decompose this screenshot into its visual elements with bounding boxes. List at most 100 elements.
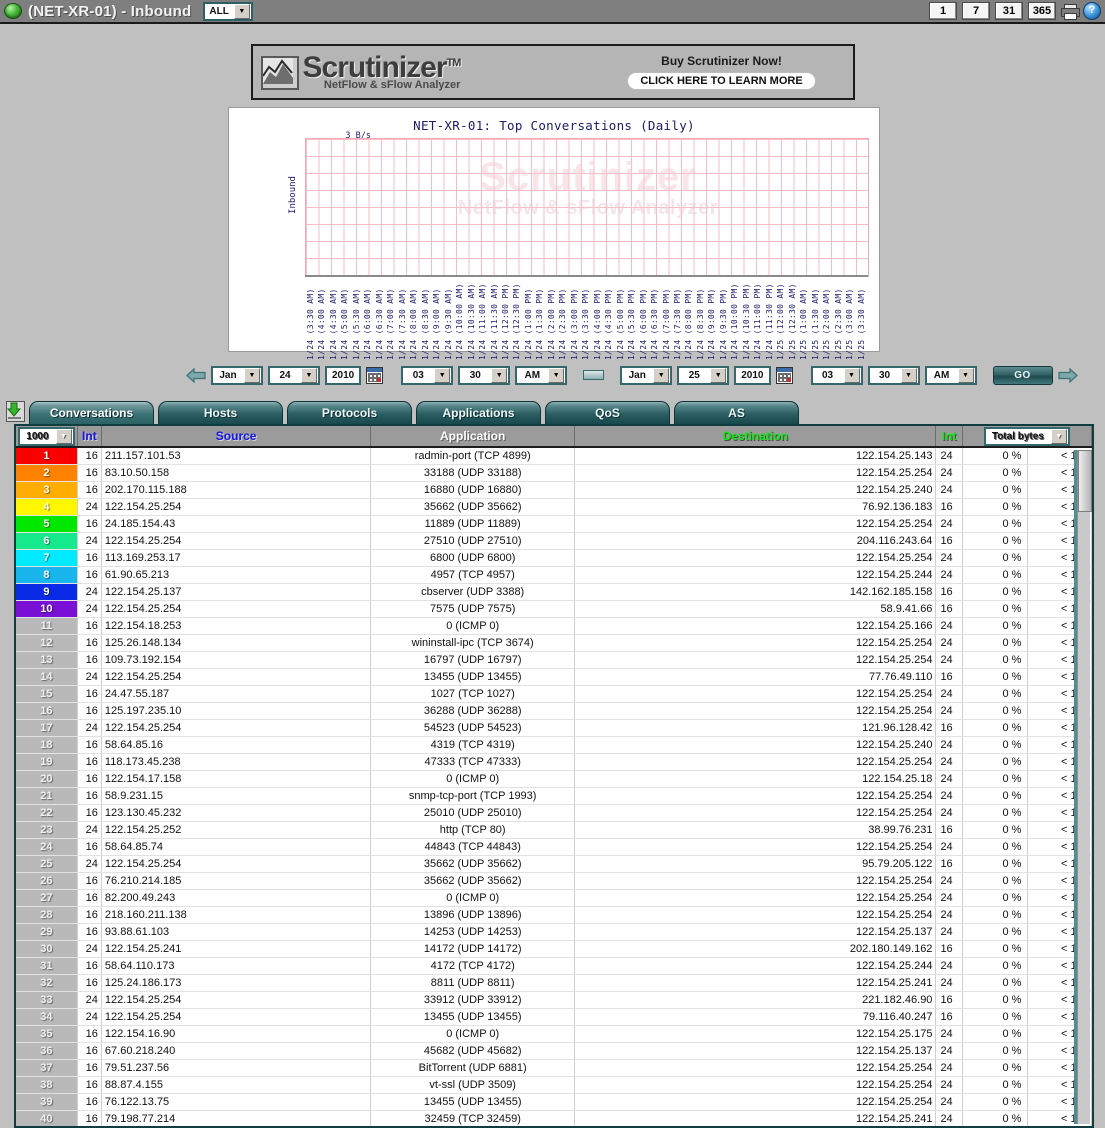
help-icon[interactable]: ? — [1083, 2, 1101, 20]
table-row[interactable]: 261676.210.214.18535662 (UDP 35662)122.1… — [16, 873, 1092, 890]
table-row[interactable]: 51624.185.154.4311889 (UDP 11889)122.154… — [16, 516, 1092, 533]
chevron-down-icon[interactable]: ▼ — [653, 368, 669, 383]
row-limit-header[interactable]: 1000 ▼ — [16, 426, 77, 447]
start-day-select[interactable]: 24 ▼ — [268, 366, 320, 385]
table-row[interactable]: 2016122.154.17.1580 (ICMP 0)122.154.25.1… — [16, 771, 1092, 788]
table-row[interactable]: 2216123.130.45.23225010 (UDP 25010)122.1… — [16, 805, 1092, 822]
end-hour-select[interactable]: 03 ▼ — [811, 366, 863, 385]
column-header-destination[interactable]: Destination — [575, 426, 936, 447]
start-year-input[interactable]: 2010 — [325, 366, 361, 385]
chevron-down-icon[interactable]: ▼ — [1051, 429, 1067, 444]
table-row[interactable]: 1216125.26.148.134wininstall-ipc (TCP 36… — [16, 635, 1092, 652]
go-button[interactable]: GO — [993, 366, 1053, 385]
table-row[interactable]: 3216125.24.186.1738811 (UDP 8811)122.154… — [16, 975, 1092, 992]
next-period-icon[interactable] — [1058, 366, 1078, 385]
chevron-down-icon[interactable]: ▼ — [548, 368, 564, 383]
chevron-down-icon[interactable]: ▼ — [710, 368, 726, 383]
column-header-int-source[interactable]: Int — [77, 426, 101, 447]
column-header-application[interactable]: Application — [371, 426, 575, 447]
table-row[interactable]: 371679.51.237.56BitTorrent (UDP 6881)122… — [16, 1060, 1092, 1077]
x-tick: 1/25 (2:00 AM) — [822, 280, 833, 360]
tab-applications[interactable]: Applications — [416, 401, 541, 424]
table-row[interactable]: 311658.64.110.1734172 (TCP 4172)122.154.… — [16, 958, 1092, 975]
metric-header[interactable]: Total bytes ▼ — [962, 426, 1091, 447]
learn-more-button[interactable]: CLICK HERE TO LEARN MORE — [627, 72, 815, 90]
end-year-input[interactable]: 2010 — [734, 366, 770, 385]
tab-qos[interactable]: QoS — [545, 401, 670, 424]
chevron-down-icon[interactable]: ▼ — [434, 368, 450, 383]
chevron-down-icon[interactable]: ▼ — [56, 429, 72, 444]
table-row[interactable]: 81661.90.65.2134957 (TCP 4957)122.154.25… — [16, 567, 1092, 584]
table-row[interactable]: 2524122.154.25.25435662 (UDP 35662)95.79… — [16, 856, 1092, 873]
table-row[interactable]: 116211.157.101.53radmin-port (TCP 4899)1… — [16, 447, 1092, 465]
table-row[interactable]: 401679.198.77.21432459 (TCP 32459)122.15… — [16, 1111, 1092, 1128]
range-button-7[interactable]: 7 — [962, 2, 990, 20]
end-meridiem-select[interactable]: AM ▼ — [925, 366, 977, 385]
table-row[interactable]: 271682.200.49.2430 (ICMP 0)122.154.25.25… — [16, 890, 1092, 907]
table-row[interactable]: 424122.154.25.25435662 (UDP 35662)76.92.… — [16, 499, 1092, 516]
table-row[interactable]: 1916118.173.45.23847333 (TCP 47333)122.1… — [16, 754, 1092, 771]
tab-as[interactable]: AS — [674, 401, 799, 424]
interface-filter-select[interactable]: ALL ▼ — [203, 2, 252, 21]
table-row[interactable]: 381688.87.4.155vt-ssl (UDP 3509)122.154.… — [16, 1077, 1092, 1094]
chevron-down-icon[interactable]: ▼ — [301, 368, 317, 383]
cell-source: 58.64.85.74 — [101, 839, 370, 856]
calendar-icon[interactable] — [366, 367, 383, 384]
table-row[interactable]: 1116122.154.18.2530 (ICMP 0)122.154.25.1… — [16, 618, 1092, 635]
table-row[interactable]: 391676.122.13.7513455 (UDP 13455)122.154… — [16, 1094, 1092, 1111]
table-row[interactable]: 211658.9.231.15snmp-tcp-port (TCP 1993)1… — [16, 788, 1092, 805]
table-row[interactable]: 21683.10.50.15833188 (UDP 33188)122.154.… — [16, 465, 1092, 482]
end-month-select[interactable]: Jan ▼ — [620, 366, 672, 385]
range-button-31[interactable]: 31 — [995, 2, 1023, 20]
vertical-scrollbar[interactable] — [1077, 450, 1090, 1124]
start-meridiem-select[interactable]: AM ▼ — [515, 366, 567, 385]
table-row[interactable]: 241658.64.85.7444843 (TCP 44843)122.154.… — [16, 839, 1092, 856]
printer-icon[interactable] — [1061, 4, 1078, 18]
chevron-down-icon[interactable]: ▼ — [234, 4, 250, 19]
start-month-select[interactable]: Jan ▼ — [211, 366, 263, 385]
table-row[interactable]: 3324122.154.25.25433912 (UDP 33912)221.1… — [16, 992, 1092, 1009]
table-row[interactable]: 2324122.154.25.252http (TCP 80)38.99.76.… — [16, 822, 1092, 839]
start-minute-select[interactable]: 30 ▼ — [458, 366, 510, 385]
table-row[interactable]: 1024122.154.25.2547575 (UDP 7575)58.9.41… — [16, 601, 1092, 618]
table-row[interactable]: 1424122.154.25.25413455 (UDP 13455)77.76… — [16, 669, 1092, 686]
previous-period-icon[interactable] — [186, 366, 206, 385]
tab-hosts[interactable]: Hosts — [158, 401, 283, 424]
column-header-int-dest[interactable]: Int — [936, 426, 962, 447]
range-button-365[interactable]: 365 — [1028, 2, 1056, 20]
table-row[interactable]: 151624.47.55.1871027 (TCP 1027)122.154.2… — [16, 686, 1092, 703]
table-row[interactable]: 3424122.154.25.25413455 (UDP 13455)79.11… — [16, 1009, 1092, 1026]
table-row[interactable]: 361667.60.218.24045682 (UDP 45682)122.15… — [16, 1043, 1092, 1060]
calendar-icon[interactable] — [776, 367, 793, 384]
start-hour-select[interactable]: 03 ▼ — [401, 366, 453, 385]
table-row[interactable]: 3516122.154.16.900 (ICMP 0)122.154.25.17… — [16, 1026, 1092, 1043]
table-row[interactable]: 3024122.154.25.24114172 (UDP 14172)202.1… — [16, 941, 1092, 958]
tab-conversations[interactable]: Conversations — [29, 401, 154, 424]
cell-application: 33188 (UDP 33188) — [371, 465, 575, 482]
save-download-icon[interactable] — [6, 401, 25, 422]
table-row[interactable]: 716113.169.253.176800 (UDP 6800)122.154.… — [16, 550, 1092, 567]
chevron-down-icon[interactable]: ▼ — [901, 368, 917, 383]
chevron-down-icon[interactable]: ▼ — [491, 368, 507, 383]
chevron-down-icon[interactable]: ▼ — [958, 368, 974, 383]
row-limit-select[interactable]: 1000 ▼ — [18, 427, 74, 446]
table-row[interactable]: 316202.170.115.18816880 (UDP 16880)122.1… — [16, 482, 1092, 499]
column-header-source[interactable]: Source — [101, 426, 370, 447]
range-button-1[interactable]: 1 — [929, 2, 957, 20]
end-minute-select[interactable]: 30 ▼ — [868, 366, 920, 385]
end-day-select[interactable]: 25 ▼ — [677, 366, 729, 385]
x-tick: 1/24 (4:30 PM) — [604, 280, 615, 360]
table-row[interactable]: 624122.154.25.25427510 (UDP 27510)204.11… — [16, 533, 1092, 550]
metric-select[interactable]: Total bytes ▼ — [984, 427, 1070, 446]
tab-protocols[interactable]: Protocols — [287, 401, 412, 424]
table-row[interactable]: 1316109.73.192.15416797 (UDP 16797)122.1… — [16, 652, 1092, 669]
chevron-down-icon[interactable]: ▼ — [244, 368, 260, 383]
table-row[interactable]: 291693.88.61.10314253 (UDP 14253)122.154… — [16, 924, 1092, 941]
table-row[interactable]: 2816218.160.211.13813896 (UDP 13896)122.… — [16, 907, 1092, 924]
table-row[interactable]: 924122.154.25.137cbserver (UDP 3388)142.… — [16, 584, 1092, 601]
table-row[interactable]: 1724122.154.25.25454523 (UDP 54523)121.9… — [16, 720, 1092, 737]
scrollbar-thumb[interactable] — [1078, 450, 1092, 512]
table-row[interactable]: 1616125.197.235.1036288 (UDP 36288)122.1… — [16, 703, 1092, 720]
table-row[interactable]: 181658.64.85.164319 (TCP 4319)122.154.25… — [16, 737, 1092, 754]
chevron-down-icon[interactable]: ▼ — [844, 368, 860, 383]
